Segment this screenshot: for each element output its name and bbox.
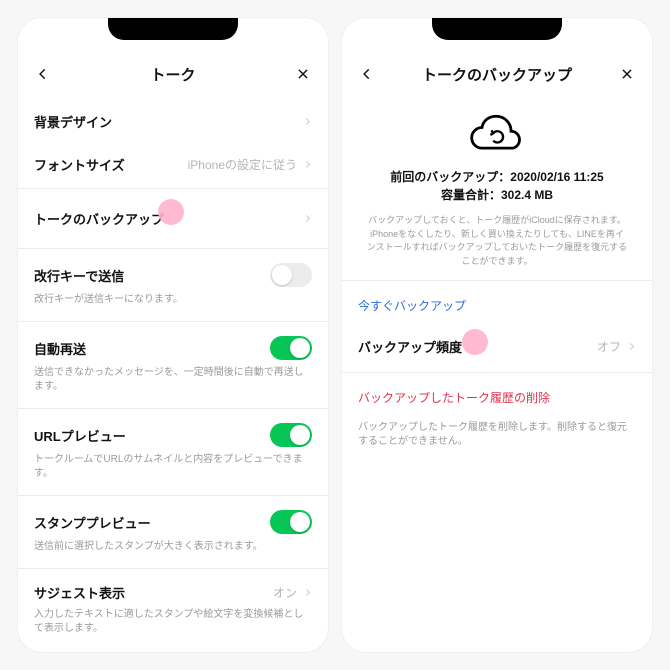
toggle-stamp-preview[interactable] [270,510,312,534]
page-title: トークのバックアップ [422,64,572,85]
label: 自動再送 [34,339,86,358]
subtext: 入力したテキストに適したスタンプや絵文字を変換候補として表示します。 [34,608,312,636]
divider [342,372,652,373]
toggle-url-preview[interactable] [270,423,312,447]
divider [18,248,328,249]
row-delete-backup-desc: バックアップしたトーク履歴を削除します。削除すると復元することができません。 [342,413,652,461]
row-url-preview: URLプレビュー トークルームでURLのサムネイルと内容をプレビューできます。 [18,411,328,493]
divider [342,280,652,281]
back-icon[interactable] [32,63,54,85]
chevron-right-icon [303,113,312,131]
label: トークのバックアップ [34,209,164,228]
phone-screen-backup: トークのバックアップ 前回のバックアップ：2020/02/16 11:25 容量… [342,18,652,652]
row-stamp-preview: スタンププレビュー 送信前に選択したスタンプが大きく表示されます。 [18,498,328,566]
subtext: 改行キーが送信キーになります。 [34,293,312,307]
row-suggest-display[interactable]: サジェスト表示 オン 入力したテキストに適したスタンプや絵文字を変換候補として表… [18,571,328,648]
phone-screen-talk: トーク 背景デザイン フォントサイズ iPhoneの設定に従う [18,18,328,652]
chevron-right-icon [303,584,312,602]
toggle-enter-send[interactable] [270,263,312,287]
divider [18,568,328,569]
nav-bar: トーク [18,52,328,96]
back-icon[interactable] [356,63,378,85]
value: iPhoneの設定に従う [188,156,297,173]
label: 改行キーで送信 [34,266,124,285]
divider [18,321,328,322]
notch [18,18,328,52]
content: 背景デザイン フォントサイズ iPhoneの設定に従う トークのバックアップ [18,96,328,652]
label: サジェスト表示 [34,583,125,602]
backup-size: 容量合計：302.4 MB [366,186,628,204]
subtext: トークルームでURLのサムネイルと内容をプレビューできます。 [34,453,312,481]
close-icon[interactable] [292,63,314,85]
row-talk-backup[interactable]: トークのバックアップ [18,191,328,246]
cloud-refresh-icon [467,114,527,156]
subtext: 送信できなかったメッセージを、一定時間後に自動で再送します。 [34,366,312,394]
toggle-auto-resend[interactable] [270,336,312,360]
highlight-dot [158,199,184,225]
close-icon[interactable] [616,63,638,85]
chevron-right-icon [627,338,636,356]
label: 今すぐバックアップ [358,299,466,313]
row-font-size[interactable]: フォントサイズ iPhoneの設定に従う [18,143,328,186]
label: フォントサイズ [34,155,125,174]
highlight-dot [462,329,488,355]
page-title: トーク [150,64,195,85]
divider [18,408,328,409]
label: スタンププレビュー [34,513,151,532]
row-auto-resend: 自動再送 送信できなかったメッセージを、一定時間後に自動で再送します。 [18,324,328,406]
label: バックアップ頻度 [358,337,462,356]
chevron-right-icon [303,156,312,174]
row-enter-to-send: 改行キーで送信 改行キーが送信キーになります。 [18,251,328,319]
chevron-right-icon [303,210,312,228]
divider [18,495,328,496]
last-backup-time: 前回のバックアップ：2020/02/16 11:25 [366,168,628,186]
nav-bar: トークのバックアップ [342,52,652,96]
label: バックアップしたトーク履歴の削除 [358,391,550,405]
label: URLプレビュー [34,426,126,445]
row-delete-backup[interactable]: バックアップしたトーク履歴の削除 [342,375,652,413]
row-backup-now[interactable]: 今すぐバックアップ [342,283,652,325]
notch [342,18,652,52]
divider [18,188,328,189]
backup-summary: 前回のバックアップ：2020/02/16 11:25 容量合計：302.4 MB… [342,100,652,278]
value: オン [273,584,297,601]
content: 前回のバックアップ：2020/02/16 11:25 容量合計：302.4 MB… [342,96,652,652]
subtext: バックアップしたトーク履歴を削除します。削除すると復元することができません。 [358,421,636,449]
label: 背景デザイン [34,112,112,131]
backup-description: バックアップしておくと、トーク履歴がiCloudに保存されます。iPhoneをな… [366,214,628,268]
subtext: 送信前に選択したスタンプが大きく表示されます。 [34,540,312,554]
value: オフ [597,338,621,355]
row-backup-frequency[interactable]: バックアップ頻度 オフ [342,325,652,370]
row-background-design[interactable]: 背景デザイン [18,100,328,143]
